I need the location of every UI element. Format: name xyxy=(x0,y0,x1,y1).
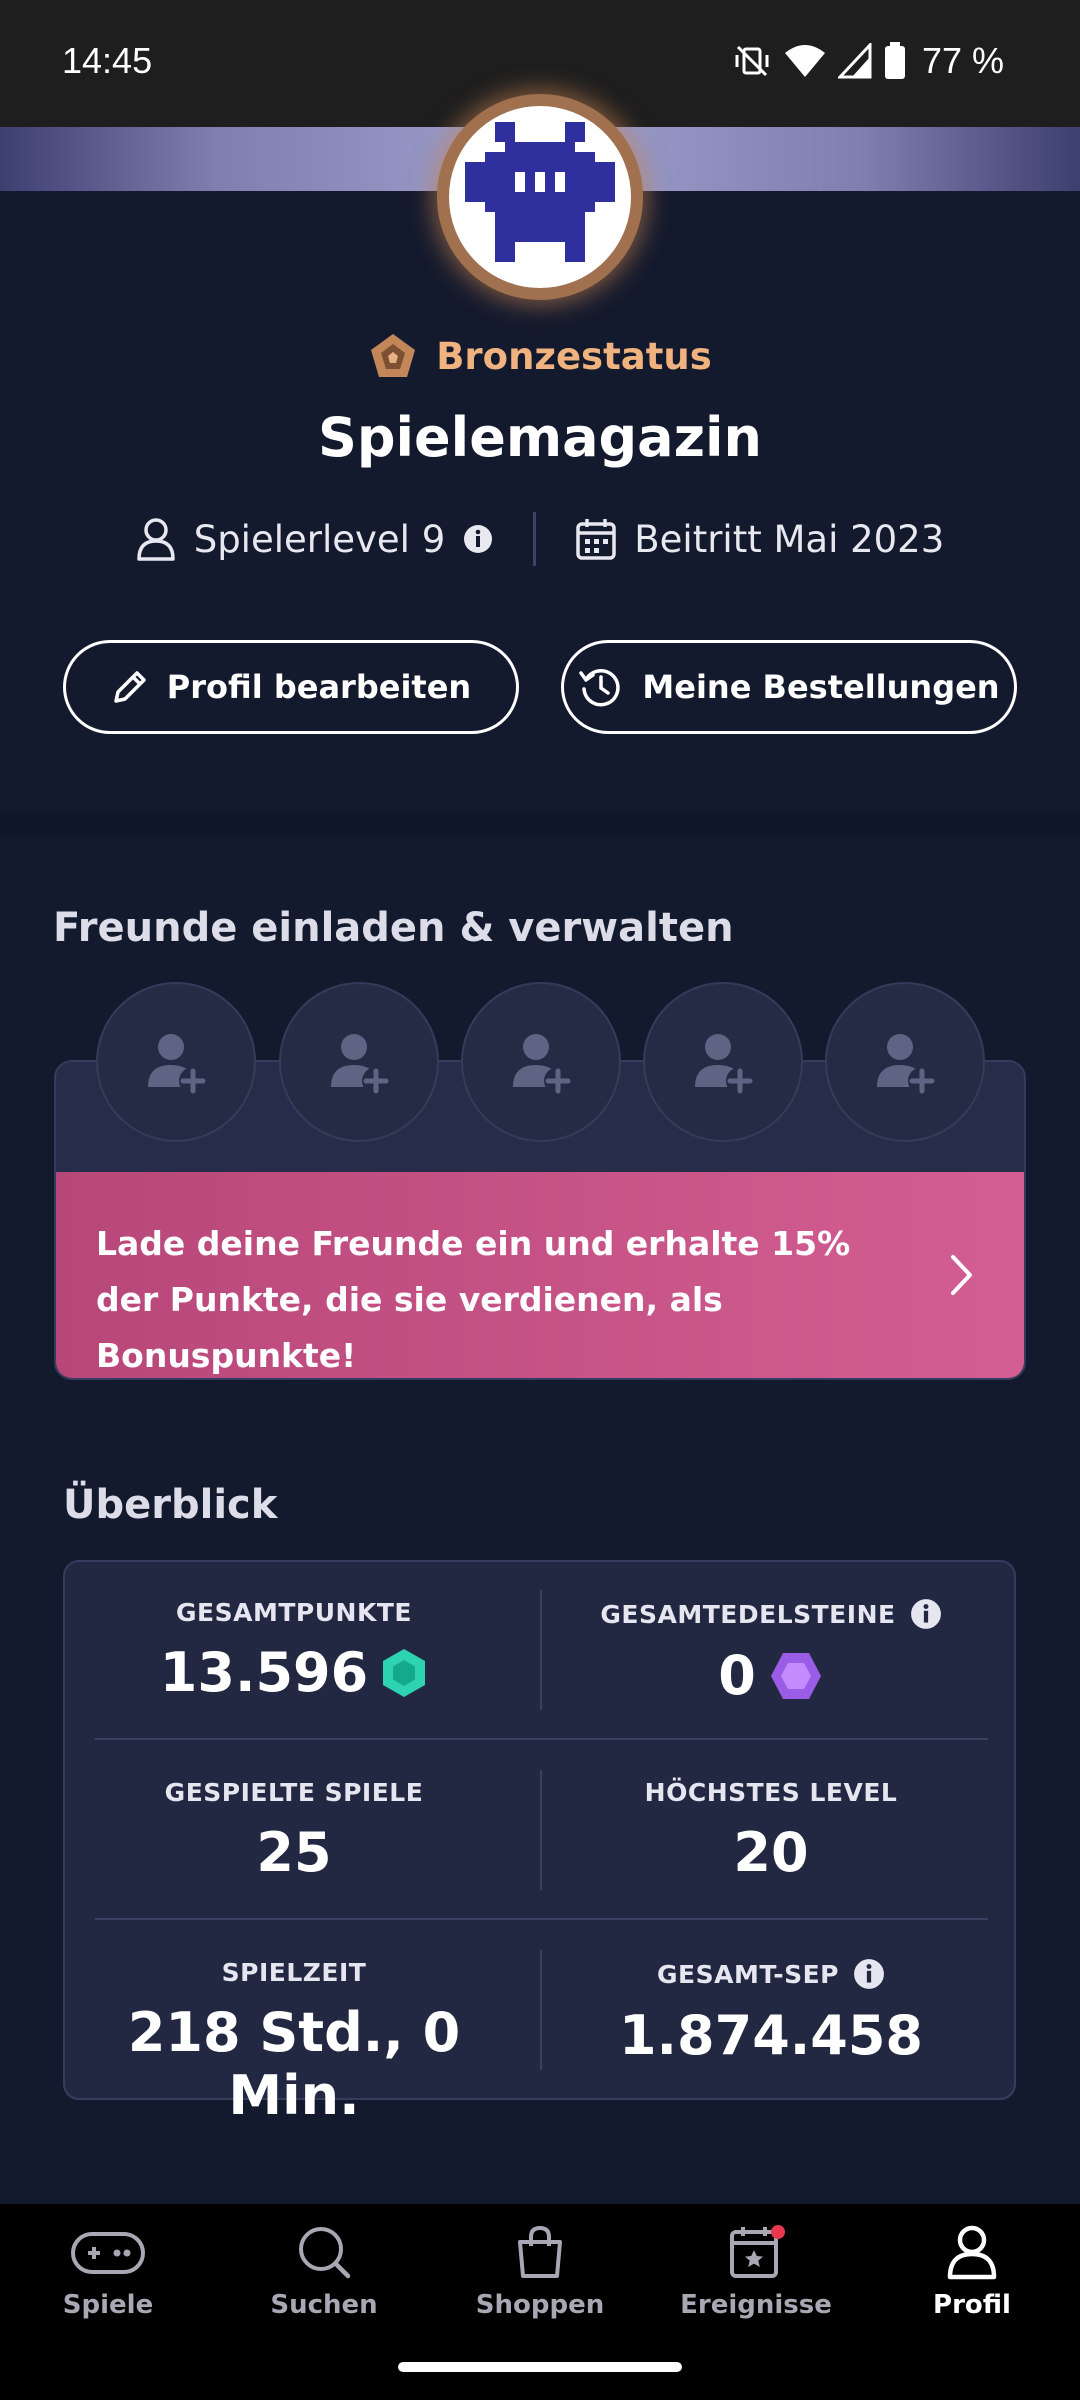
add-friend-icon xyxy=(688,1027,758,1097)
points-hexagon-icon xyxy=(380,1647,428,1699)
status-time: 14:45 xyxy=(62,40,153,81)
add-friend-icon xyxy=(141,1027,211,1097)
add-friend-slot[interactable] xyxy=(461,982,621,1142)
stat-highest-level: HÖCHSTES LEVEL 20 xyxy=(548,1778,994,1884)
shopping-bag-icon xyxy=(512,2224,568,2280)
pencil-icon xyxy=(111,668,149,706)
info-icon[interactable] xyxy=(853,1958,885,1990)
invite-banner[interactable]: Lade deine Freunde ein und erhalte 15% d… xyxy=(56,1172,1024,1378)
nav-games[interactable]: Spiele xyxy=(8,2224,208,2320)
meta-divider xyxy=(533,512,537,566)
status-icons: 77 % xyxy=(732,40,1004,82)
battery-icon xyxy=(884,42,906,80)
stat-label: GESAMT-SEP xyxy=(657,1959,839,1989)
stat-label: GESPIELTE SPIELE xyxy=(164,1778,424,1807)
stat-label: GESAMTPUNKTE xyxy=(176,1598,412,1627)
stat-total-gems: GESAMTEDELSTEINE 0 xyxy=(548,1598,994,1707)
bronze-badge-icon xyxy=(368,332,418,380)
username: Spielemagazin xyxy=(318,406,762,469)
nav-label: Shoppen xyxy=(475,2290,605,2320)
stats-divider xyxy=(540,1950,542,2070)
gem-icon xyxy=(768,1650,824,1702)
stat-value: 13.596 xyxy=(159,1641,369,1704)
add-friend-slot[interactable] xyxy=(279,982,439,1142)
join-date-label: Beitritt Mai 2023 xyxy=(634,517,945,561)
add-friend-icon xyxy=(324,1027,394,1097)
add-friend-slot[interactable] xyxy=(96,982,256,1142)
join-date: Beitritt Mai 2023 xyxy=(576,518,944,561)
stat-playtime: SPIELZEIT 218 Std., 0 Min. xyxy=(71,1958,517,2127)
profile-meta: Spielerlevel 9 Beitritt Mai 2023 xyxy=(0,512,1080,566)
invite-text: Lade deine Freunde ein und erhalte 15% d… xyxy=(96,1224,851,1375)
section-separator xyxy=(0,812,1080,836)
stats-divider xyxy=(540,1590,542,1710)
stat-label: HÖCHSTES LEVEL xyxy=(644,1778,898,1807)
status-row: Bronzestatus xyxy=(0,332,1080,380)
chevron-right-icon xyxy=(950,1254,974,1296)
vibrate-off-icon xyxy=(732,41,772,81)
add-friend-icon xyxy=(506,1027,576,1097)
stat-value: 1.874.458 xyxy=(618,2004,924,2067)
stat-value: 0 xyxy=(718,1644,756,1707)
stat-games-played: GESPIELTE SPIELE 25 xyxy=(71,1778,517,1884)
nav-label: Spiele xyxy=(62,2290,154,2320)
add-friend-icon xyxy=(870,1027,940,1097)
history-icon xyxy=(578,664,624,710)
nav-shop[interactable]: Shoppen xyxy=(440,2224,640,2320)
stat-total-sep: GESAMT-SEP 1.874.458 xyxy=(548,1958,994,2067)
person-icon xyxy=(136,517,176,561)
my-orders-button[interactable]: Meine Bestellungen xyxy=(561,640,1017,734)
stat-total-points: GESAMTPUNKTE 13.596 xyxy=(71,1598,517,1704)
info-icon[interactable] xyxy=(463,524,493,554)
stats-divider xyxy=(540,1770,542,1890)
pixel-monster-icon xyxy=(465,122,615,262)
avatar[interactable] xyxy=(437,94,643,300)
stats-divider xyxy=(95,1738,988,1740)
stat-value: 218 Std., 0 Min. xyxy=(127,2001,461,2127)
stats-divider xyxy=(95,1918,988,1920)
nav-profile[interactable]: Profil xyxy=(872,2224,1072,2320)
info-icon[interactable] xyxy=(910,1598,942,1630)
nav-label: Ereignisse xyxy=(680,2290,832,2320)
nav-label: Suchen xyxy=(270,2290,378,2320)
nav-search[interactable]: Suchen xyxy=(224,2224,424,2320)
home-indicator[interactable] xyxy=(398,2362,682,2372)
edit-profile-label: Profil bearbeiten xyxy=(166,668,472,706)
nav-events[interactable]: Ereignisse xyxy=(656,2224,856,2320)
add-friend-slot[interactable] xyxy=(825,982,985,1142)
battery-level: 77 % xyxy=(921,40,1004,81)
stat-label: SPIELZEIT xyxy=(221,1958,367,1987)
overview-title: Überblick xyxy=(63,1482,278,1528)
edit-profile-button[interactable]: Profil bearbeiten xyxy=(63,640,519,734)
profile-icon xyxy=(944,2224,1000,2280)
wifi-icon xyxy=(784,43,826,79)
my-orders-label: Meine Bestellungen xyxy=(642,668,1000,706)
add-friend-slot[interactable] xyxy=(643,982,803,1142)
calendar-icon xyxy=(576,518,617,560)
nav-label: Profil xyxy=(933,2290,1011,2320)
stats-card: GESAMTPUNKTE 13.596 GESAMTEDELSTEINE 0 G… xyxy=(63,1560,1016,2127)
stat-value: 20 xyxy=(733,1821,809,1884)
gamepad-icon xyxy=(70,2224,146,2280)
signal-icon xyxy=(837,43,872,79)
stat-label: GESAMTEDELSTEINE xyxy=(600,1599,896,1629)
search-icon xyxy=(296,2224,352,2280)
player-level-label: Spielerlevel 9 xyxy=(193,517,446,561)
player-level: Spielerlevel 9 xyxy=(136,517,494,561)
calendar-star-icon xyxy=(726,2224,786,2280)
friends-section-title: Freunde einladen & verwalten xyxy=(53,905,734,951)
membership-status: Bronzestatus xyxy=(436,334,712,378)
stat-value: 25 xyxy=(256,1821,332,1884)
